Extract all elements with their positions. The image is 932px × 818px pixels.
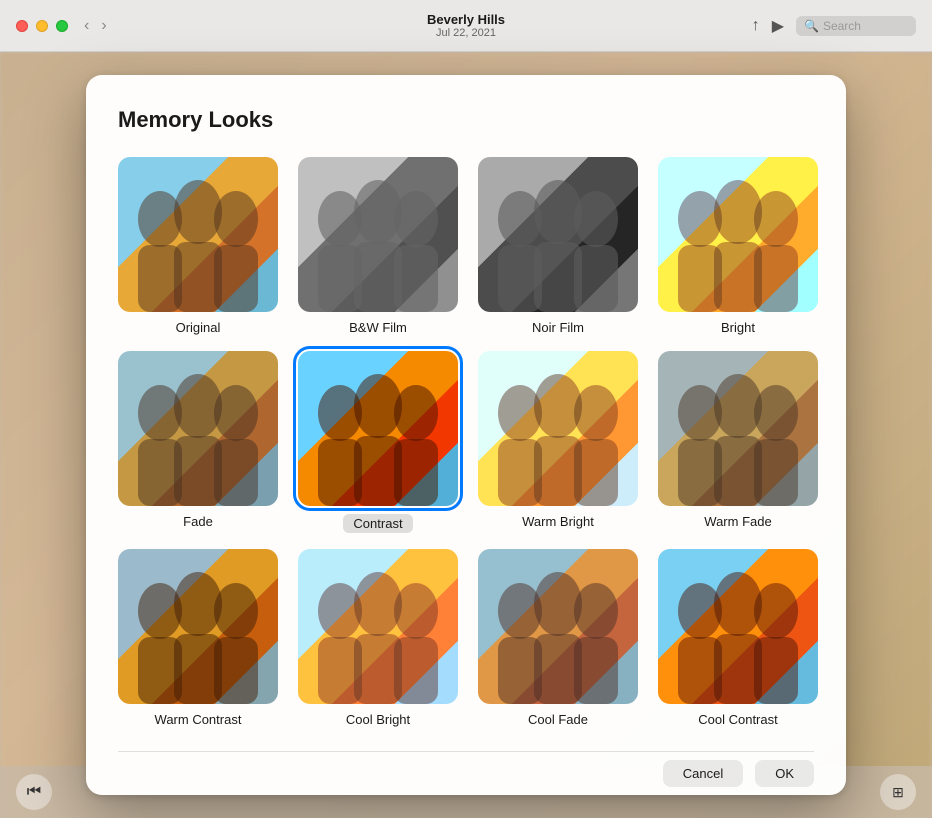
modal-footer: Cancel OK bbox=[118, 751, 814, 787]
look-label-bright: Bright bbox=[721, 320, 755, 335]
look-item-cool-bright[interactable]: Cool Bright bbox=[298, 549, 458, 727]
look-thumbnail-noir-film bbox=[478, 157, 638, 312]
look-thumbnail-warm-bright bbox=[478, 351, 638, 506]
window-chrome: ‹ › Beverly Hills Jul 22, 2021 ↑ ▶ 🔍 Sea… bbox=[0, 0, 932, 52]
minimize-button[interactable] bbox=[36, 20, 48, 32]
search-bar[interactable]: 🔍 Search bbox=[796, 16, 916, 36]
forward-button[interactable]: › bbox=[97, 15, 110, 37]
look-item-bw-film[interactable]: B&W Film bbox=[298, 157, 458, 335]
look-label-cool-contrast: Cool Contrast bbox=[698, 712, 777, 727]
look-label-noir-film: Noir Film bbox=[532, 320, 584, 335]
ok-button[interactable]: OK bbox=[755, 760, 814, 787]
look-thumbnail-fade bbox=[118, 351, 278, 506]
look-item-original[interactable]: Original bbox=[118, 157, 278, 335]
look-thumbnail-bright bbox=[658, 157, 818, 312]
look-label-cool-bright: Cool Bright bbox=[346, 712, 410, 727]
look-item-warm-fade[interactable]: Warm Fade bbox=[658, 351, 818, 533]
nav-buttons: ‹ › bbox=[80, 15, 111, 37]
look-item-bright[interactable]: Bright bbox=[658, 157, 818, 335]
look-thumbnail-cool-fade bbox=[478, 549, 638, 704]
look-item-cool-contrast[interactable]: Cool Contrast bbox=[658, 549, 818, 727]
look-label-fade: Fade bbox=[183, 514, 213, 529]
search-placeholder: Search bbox=[823, 19, 861, 33]
search-icon: 🔍 bbox=[804, 19, 819, 33]
window-title: Beverly Hills bbox=[427, 12, 505, 27]
look-label-original: Original bbox=[176, 320, 221, 335]
look-label-cool-fade: Cool Fade bbox=[528, 712, 588, 727]
look-item-fade[interactable]: Fade bbox=[118, 351, 278, 533]
chrome-right-controls: ↑ ▶ 🔍 Search bbox=[752, 16, 916, 36]
traffic-lights bbox=[16, 20, 68, 32]
modal-overlay: Memory Looks Original B&W Film Noir Film Br… bbox=[0, 52, 932, 818]
looks-grid: Original B&W Film Noir Film Bright Fade Contr… bbox=[118, 157, 814, 727]
maximize-button[interactable] bbox=[56, 20, 68, 32]
look-item-warm-contrast[interactable]: Warm Contrast bbox=[118, 549, 278, 727]
look-thumbnail-cool-bright bbox=[298, 549, 458, 704]
look-label-warm-contrast: Warm Contrast bbox=[155, 712, 242, 727]
share-icon[interactable]: ↑ bbox=[752, 17, 760, 35]
look-thumbnail-contrast bbox=[298, 351, 458, 506]
look-item-contrast[interactable]: Contrast bbox=[298, 351, 458, 533]
window-title-area: Beverly Hills Jul 22, 2021 bbox=[427, 12, 505, 39]
cancel-button[interactable]: Cancel bbox=[663, 760, 743, 787]
window-subtitle: Jul 22, 2021 bbox=[427, 27, 505, 39]
look-label-bw-film: B&W Film bbox=[349, 320, 407, 335]
look-label-warm-bright: Warm Bright bbox=[522, 514, 594, 529]
close-button[interactable] bbox=[16, 20, 28, 32]
look-label-warm-fade: Warm Fade bbox=[704, 514, 771, 529]
memory-looks-modal: Memory Looks Original B&W Film Noir Film Br… bbox=[86, 75, 846, 795]
look-thumbnail-original bbox=[118, 157, 278, 312]
modal-title: Memory Looks bbox=[118, 107, 814, 133]
back-button[interactable]: ‹ bbox=[80, 15, 93, 37]
look-item-warm-bright[interactable]: Warm Bright bbox=[478, 351, 638, 533]
look-item-cool-fade[interactable]: Cool Fade bbox=[478, 549, 638, 727]
slideshow-icon[interactable]: ▶ bbox=[772, 16, 784, 36]
look-item-noir-film[interactable]: Noir Film bbox=[478, 157, 638, 335]
look-thumbnail-cool-contrast bbox=[658, 549, 818, 704]
look-thumbnail-warm-contrast bbox=[118, 549, 278, 704]
look-label-contrast: Contrast bbox=[343, 514, 412, 533]
look-thumbnail-bw-film bbox=[298, 157, 458, 312]
look-thumbnail-warm-fade bbox=[658, 351, 818, 506]
